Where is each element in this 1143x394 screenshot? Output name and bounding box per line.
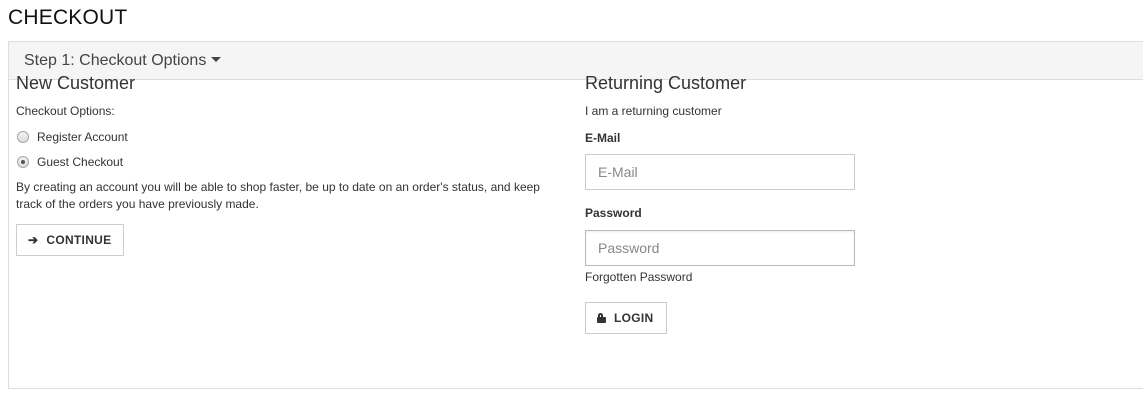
new-customer-section: New Customer Checkout Options: Register …: [16, 73, 561, 256]
account-benefits-text: By creating an account you will be able …: [16, 180, 540, 211]
forgotten-password-link[interactable]: Forgotten Password: [585, 270, 692, 284]
returning-customer-subtitle: I am a returning customer: [585, 104, 722, 118]
login-button[interactable]: LOGIN: [585, 302, 667, 334]
register-account-label: Register Account: [37, 129, 128, 144]
returning-customer-section: Returning Customer I am a returning cust…: [585, 73, 885, 334]
register-account-radio-icon[interactable]: [17, 130, 29, 143]
guest-checkout-label: Guest Checkout: [37, 154, 124, 169]
password-input[interactable]: [585, 230, 855, 266]
page-title: CHECKOUT: [8, 6, 128, 29]
caret-down-icon: [211, 57, 222, 62]
guest-checkout-radio-icon[interactable]: [17, 155, 29, 168]
login-button-label: LOGIN: [614, 311, 654, 325]
radio-guest-checkout[interactable]: Guest Checkout: [16, 149, 561, 174]
email-label: E-Mail: [585, 131, 621, 145]
step1-heading-text[interactable]: Step 1: Checkout Options: [24, 52, 222, 70]
step1-heading-label[interactable]: Step 1: Checkout Options: [24, 52, 206, 69]
lock-icon: [597, 313, 606, 323]
email-input[interactable]: [585, 154, 855, 190]
continue-button[interactable]: ➔ CONTINUE: [16, 224, 125, 256]
returning-customer-title: Returning Customer: [585, 73, 747, 93]
password-label: Password: [585, 206, 642, 220]
arrow-right-icon: ➔: [28, 233, 39, 247]
checkout-options-label: Checkout Options:: [16, 104, 115, 118]
new-customer-title: New Customer: [16, 73, 136, 93]
radio-register-account[interactable]: Register Account: [16, 124, 561, 149]
continue-button-label: CONTINUE: [46, 233, 112, 247]
